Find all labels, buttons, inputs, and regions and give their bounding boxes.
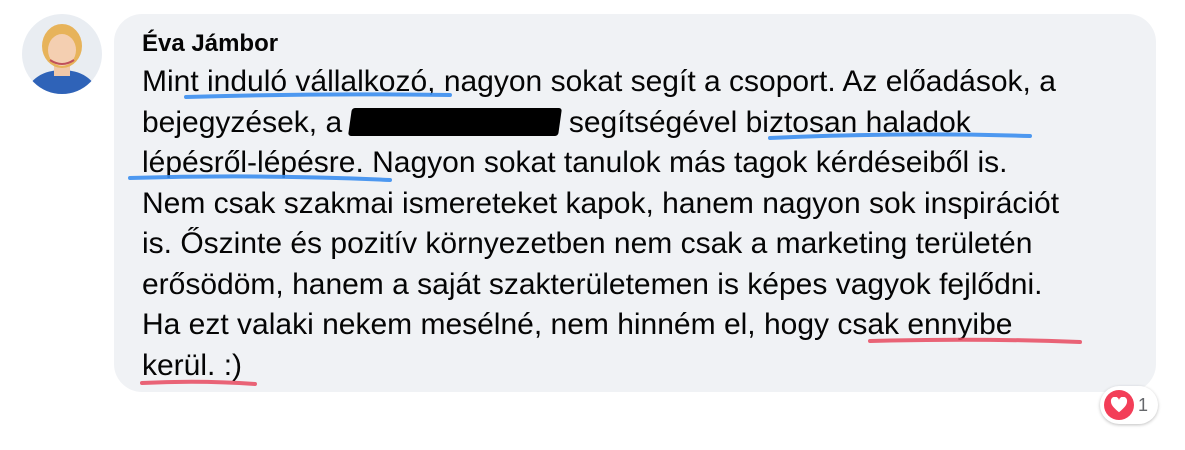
comment-line: Ha ezt valaki nekem mesélné, nem hinném … (142, 308, 1013, 341)
comment-line: lépésről-lépésre. Nagyon sokat tanulok m… (142, 146, 1008, 179)
comment-line: kerül. :) (142, 348, 243, 382)
comment-line-part: bejegyzések, a (142, 105, 343, 139)
comment-line: is. Őszinte és pozitív környezetben nem … (142, 227, 1033, 260)
comment-line: erősödöm, hanem a saját szakterületemen … (142, 267, 1043, 301)
comment-line-part: segítségével biztosan haladok (568, 105, 971, 139)
heart-icon (1104, 390, 1134, 420)
comment-line: Mint induló vállalkozó, nagyon sokat seg… (142, 65, 1056, 98)
comment-text: Mint induló vállalkozó, nagyon sokat seg… (142, 62, 1142, 386)
comment-bubble: Éva Jámbor Mint induló vállalkozó, nagyo… (114, 14, 1156, 392)
avatar[interactable] (22, 14, 102, 94)
comment-line: Nem csak szakmai ismereteket kapok, hane… (142, 186, 1060, 220)
reaction-badge[interactable]: 1 (1100, 386, 1159, 424)
reaction-count: 1 (1138, 394, 1149, 415)
redacted-text (348, 107, 563, 136)
comment-author[interactable]: Éva Jámbor (142, 30, 278, 58)
comment-line: bejegyzések, a segítségével biztosan hal… (142, 103, 1142, 144)
profile-photo (22, 14, 102, 94)
